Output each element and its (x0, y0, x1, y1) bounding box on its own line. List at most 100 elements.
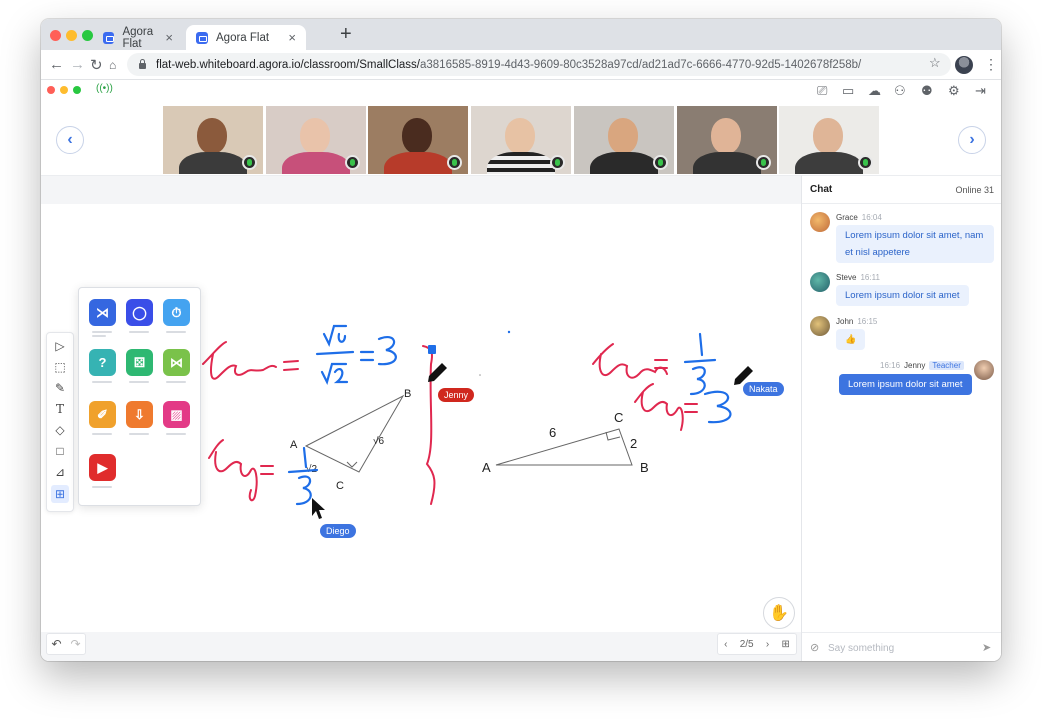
geogebra-app-icon[interactable]: ◯ (126, 299, 153, 326)
browser-tab[interactable]: Agora Flat × (93, 25, 183, 50)
clicker-tool-icon[interactable]: ⬚ (51, 358, 69, 376)
eraser-tool-icon[interactable]: ◇ (51, 421, 69, 439)
ban-chat-icon[interactable]: ⊘ (810, 641, 819, 654)
chat-header: Chat Online 31 (802, 176, 1001, 204)
participant-body (693, 152, 761, 174)
close-tab-icon[interactable]: × (165, 30, 173, 45)
raise-hand-button[interactable]: ✋ (763, 597, 795, 629)
video-tile[interactable] (574, 106, 674, 174)
selection-handle[interactable] (428, 345, 436, 354)
vscode-app-icon[interactable]: ⋊ (89, 299, 116, 326)
browser-menu-icon[interactable]: ⋮ (984, 56, 998, 73)
chat-input-bar[interactable]: ⊘ Say something ➤ (802, 632, 1001, 661)
label-6: 6 (549, 425, 556, 440)
app-label-placeholder (129, 331, 149, 333)
invite-user-icon[interactable]: ⚇ (894, 83, 906, 99)
mindmap-app-icon[interactable]: ⋈ (163, 349, 190, 376)
label-b: B (404, 388, 411, 400)
avatar (974, 360, 994, 380)
handwriting-equals-3 (359, 336, 397, 366)
label-b: B (640, 460, 649, 475)
participant-body (282, 152, 350, 174)
url-field[interactable]: flat-web.whiteboard.agora.io/classroom/S… (127, 53, 951, 76)
send-icon[interactable]: ➤ (982, 641, 991, 654)
minimize-window-button[interactable] (66, 30, 77, 41)
reload-icon[interactable]: ↻ (90, 56, 103, 74)
add-page-icon[interactable]: ⊞ (781, 639, 789, 650)
agora-flat-favicon-icon (196, 31, 208, 44)
sender-name: John (836, 317, 854, 326)
cursor-name-tag: Nakata (743, 382, 784, 396)
image-app-icon[interactable]: ▨ (163, 401, 190, 428)
undo-icon[interactable]: ↶ (51, 637, 61, 651)
label-root-6: √6 (373, 435, 384, 447)
message-time: 16:16 (880, 361, 901, 370)
settings-icon[interactable]: ⚙ (948, 83, 960, 99)
redo-icon[interactable]: ↷ (70, 637, 80, 651)
message-bubble: Lorem ipsum dolor sit amet (839, 374, 972, 395)
message-time: 16:11 (860, 273, 880, 282)
handwriting-tan-a-left (202, 341, 299, 380)
camera-icon[interactable]: ▭ (842, 83, 854, 99)
participant-body (795, 152, 863, 174)
pencil-tool-icon[interactable]: ✎ (51, 379, 69, 397)
online-count: Online 31 (955, 185, 994, 195)
chat-input[interactable]: Say something (828, 643, 894, 654)
browser-tab-active[interactable]: Agora Flat × (186, 25, 306, 50)
cursor-name-tag: Diego (320, 524, 356, 538)
label-a: A (482, 460, 491, 475)
video-tile[interactable] (471, 106, 571, 174)
back-arrow-icon[interactable]: ← (49, 56, 64, 73)
chat-title: Chat (810, 184, 833, 195)
ink-dot (479, 374, 481, 376)
dice-app-icon[interactable]: ⚄ (126, 349, 153, 376)
video-tile[interactable] (368, 106, 468, 174)
exit-room-icon[interactable]: ⇥ (975, 83, 986, 99)
close-window-button[interactable] (50, 30, 61, 41)
undo-redo-group: ↶ ↷ (46, 633, 86, 655)
arrow-cursor-icon (312, 498, 325, 519)
screen-share-icon[interactable]: ⎚ (817, 83, 827, 99)
microphone-icon (653, 155, 668, 170)
microphone-icon (756, 155, 771, 170)
forward-arrow-icon[interactable]: → (70, 56, 85, 73)
handwriting-one-third-right (683, 332, 717, 396)
selector-tool-icon[interactable]: ▷ (51, 337, 69, 355)
shape-tool-icon[interactable]: □ (51, 442, 69, 460)
file-upload-app-icon[interactable]: ⇩ (126, 401, 153, 428)
cloud-record-icon[interactable]: ☁ (868, 83, 881, 99)
users-list-icon[interactable]: ⚉ (921, 83, 933, 99)
video-tile[interactable] (266, 106, 366, 174)
participant-face (813, 118, 843, 154)
video-tile[interactable] (677, 106, 777, 174)
bookmark-star-icon[interactable]: ☆ (929, 55, 941, 71)
handwriting-brace (422, 345, 436, 505)
profile-avatar[interactable] (955, 56, 973, 74)
maximize-window-button[interactable] (82, 30, 93, 41)
video-next-button[interactable]: › (958, 126, 986, 154)
notes-app-icon[interactable]: ✐ (89, 401, 116, 428)
new-tab-button[interactable]: + (340, 23, 352, 46)
video-prev-button[interactable]: ‹ (56, 126, 84, 154)
prev-page-button[interactable]: ‹ (724, 639, 727, 650)
countdown-app-icon[interactable]: ⏱ (163, 299, 190, 326)
green-status-dot (73, 86, 81, 94)
red-status-dot (47, 86, 55, 94)
participant-body (384, 152, 452, 174)
participant-face (402, 118, 432, 154)
message-bubble: 👍 (836, 329, 866, 350)
quiz-app-icon[interactable]: ? (89, 349, 116, 376)
label-c: C (614, 410, 623, 425)
laser-pointer-tool-icon[interactable]: ⊿ (51, 463, 69, 481)
apps-tool-icon[interactable]: ⊞ (51, 485, 69, 503)
text-tool-icon[interactable]: T (51, 400, 69, 418)
youtube-app-icon[interactable]: ▶ (89, 454, 116, 481)
video-tile[interactable] (163, 106, 263, 174)
close-tab-icon[interactable]: × (288, 30, 296, 45)
home-icon[interactable]: ⌂ (109, 58, 116, 72)
handwriting-one-third-left (287, 446, 319, 506)
next-page-button[interactable]: › (766, 639, 769, 650)
tab-title: Agora Flat (216, 31, 270, 44)
video-tile[interactable] (779, 106, 879, 174)
url-path: a3816585-8919-4d43-9609-80c3528a97cd/ad2… (419, 58, 862, 71)
